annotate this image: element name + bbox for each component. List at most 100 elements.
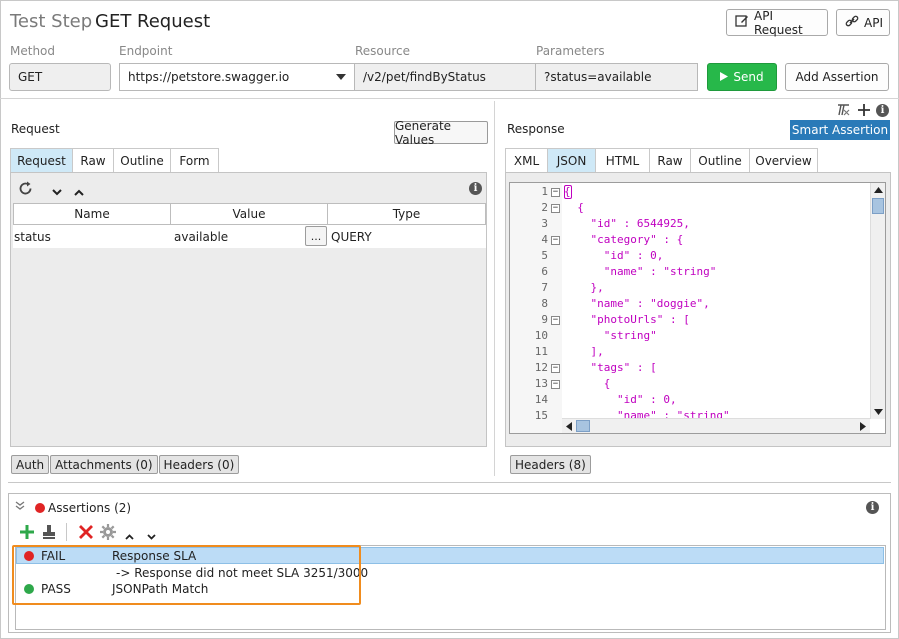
info-icon[interactable]: i [876, 104, 889, 117]
move-down-icon[interactable] [147, 529, 156, 543]
code-line[interactable]: 14 "id" : 0, [510, 392, 870, 408]
column-header-name[interactable]: Name [13, 203, 171, 225]
code-line[interactable]: 12− "tags" : [ [510, 360, 870, 376]
request-bottom-tabs: Auth Attachments (0) Headers (0) [11, 455, 240, 474]
horizontal-scroll-thumb[interactable] [576, 420, 590, 432]
code-line[interactable]: 9− "photoUrls" : [ [510, 312, 870, 328]
api-button[interactable]: API [836, 9, 890, 36]
generate-values-button[interactable]: Generate Values [394, 118, 488, 147]
tab-request[interactable]: Request [10, 148, 73, 172]
tab-form[interactable]: Form [170, 148, 219, 172]
add-icon[interactable] [858, 104, 870, 119]
add-assertion-icon[interactable] [20, 525, 34, 542]
send-button[interactable]: Send [707, 63, 777, 91]
tab-outline[interactable]: Outline [113, 148, 171, 172]
scroll-up-icon [874, 187, 883, 193]
column-header-value[interactable]: Value [171, 203, 328, 225]
line-number: 8 [541, 297, 548, 310]
tab-raw[interactable]: Raw [649, 148, 691, 172]
resource-label: Resource [355, 44, 411, 58]
param-type-cell[interactable]: QUERY [328, 225, 486, 248]
smart-assertion-label: Smart Assertion [791, 123, 889, 137]
code-text: "category" : { [564, 233, 684, 246]
code-line[interactable]: 2− { [510, 200, 870, 216]
tab-attachments[interactable]: Attachments (0) [50, 455, 158, 474]
fold-toggle-icon[interactable]: − [551, 188, 560, 197]
code-text: "id" : 0, [564, 249, 664, 262]
method-label: Method [10, 44, 56, 58]
header-divider [0, 98, 899, 99]
smart-assertion-button[interactable]: Smart Assertion [790, 120, 890, 140]
code-text: }, [564, 281, 604, 294]
refresh-icon[interactable] [18, 181, 33, 199]
resource-field[interactable]: /v2/pet/findByStatus [354, 63, 536, 91]
tab-headers[interactable]: Headers (0) [158, 455, 240, 474]
parameters-field[interactable]: ?status=available [535, 63, 698, 91]
horizontal-scrollbar[interactable] [562, 418, 870, 433]
chevron-up-icon[interactable] [74, 185, 84, 199]
code-line[interactable]: 3 "id" : 6544925, [510, 216, 870, 232]
vertical-scrollbar[interactable] [870, 183, 885, 419]
line-number: 4 [541, 233, 548, 246]
param-name-cell[interactable]: status [13, 225, 171, 248]
tab-overview[interactable]: Overview [749, 148, 818, 172]
code-line[interactable]: 6 "name" : "string" [510, 264, 870, 280]
code-text: "photoUrls" : [ [564, 313, 690, 326]
collapse-icon[interactable] [15, 500, 25, 514]
code-line[interactable]: 8 "name" : "doggie", [510, 296, 870, 312]
code-line[interactable]: 4− "category" : { [510, 232, 870, 248]
line-number: 10 [534, 329, 548, 342]
move-up-icon[interactable] [125, 529, 134, 543]
code-line[interactable]: 10 "string" [510, 328, 870, 344]
vertical-scroll-thumb[interactable] [872, 198, 884, 214]
tab-response-headers[interactable]: Headers (8) [510, 455, 591, 474]
tab-auth[interactable]: Auth [11, 455, 50, 474]
parameters-grid: Name Value Type status available ... QUE… [13, 203, 486, 248]
api-request-button[interactable]: API Request [726, 8, 828, 37]
method-field[interactable]: GET [9, 63, 111, 91]
api-request-label: API Request [754, 8, 803, 37]
tab-html[interactable]: HTML [595, 148, 650, 172]
code-line[interactable]: 11 ], [510, 344, 870, 360]
info-icon[interactable]: i [469, 182, 482, 195]
scroll-down-icon [874, 409, 883, 415]
code-text: "id" : 6544925, [564, 217, 690, 230]
request-panel: i Name Value Type status available ... Q… [10, 172, 487, 447]
clear-format-icon[interactable] [837, 104, 850, 119]
tab-xml[interactable]: XML [505, 148, 548, 172]
delete-icon[interactable] [79, 525, 93, 542]
column-header-type[interactable]: Type [328, 203, 486, 225]
fold-toggle-icon[interactable]: − [551, 204, 560, 213]
fold-toggle-icon[interactable]: − [551, 236, 560, 245]
fold-toggle-icon[interactable]: − [551, 364, 560, 373]
tab-raw[interactable]: Raw [72, 148, 114, 172]
highlight-annotation-box [12, 545, 361, 605]
param-value-cell[interactable]: available ... [171, 225, 328, 248]
generate-values-label: Generate Values [395, 118, 452, 147]
gear-icon[interactable] [100, 524, 116, 543]
line-number: 3 [541, 217, 548, 230]
code-line[interactable]: 5 "id" : 0, [510, 248, 870, 264]
line-number: 2 [541, 201, 548, 214]
add-assertion-button[interactable]: Add Assertion [785, 63, 889, 91]
info-icon[interactable]: i [866, 501, 879, 514]
table-row[interactable]: status available ... QUERY [13, 225, 486, 248]
code-line[interactable]: 7 }, [510, 280, 870, 296]
fold-toggle-icon[interactable]: − [551, 380, 560, 389]
tab-json[interactable]: JSON [547, 148, 596, 172]
line-number: 15 [534, 409, 548, 422]
param-value-edit-button[interactable]: ... [305, 226, 327, 246]
line-number: 12 [534, 361, 548, 374]
chevron-down-icon[interactable] [52, 185, 62, 199]
tab-outline[interactable]: Outline [690, 148, 750, 172]
fold-toggle-icon[interactable]: − [551, 316, 560, 325]
test-step-label: Test Step [10, 11, 93, 32]
grid-header: Name Value Type [13, 203, 486, 225]
stamp-icon[interactable] [42, 525, 56, 542]
panel-splitter[interactable] [494, 101, 495, 476]
chevron-down-icon [336, 74, 346, 80]
code-line[interactable]: 13− { [510, 376, 870, 392]
json-editor[interactable]: 1−{2− {3 "id" : 6544925, 4− "category" : … [509, 182, 886, 434]
play-icon [720, 70, 729, 84]
endpoint-dropdown[interactable]: https://petstore.swagger.io [119, 63, 355, 91]
